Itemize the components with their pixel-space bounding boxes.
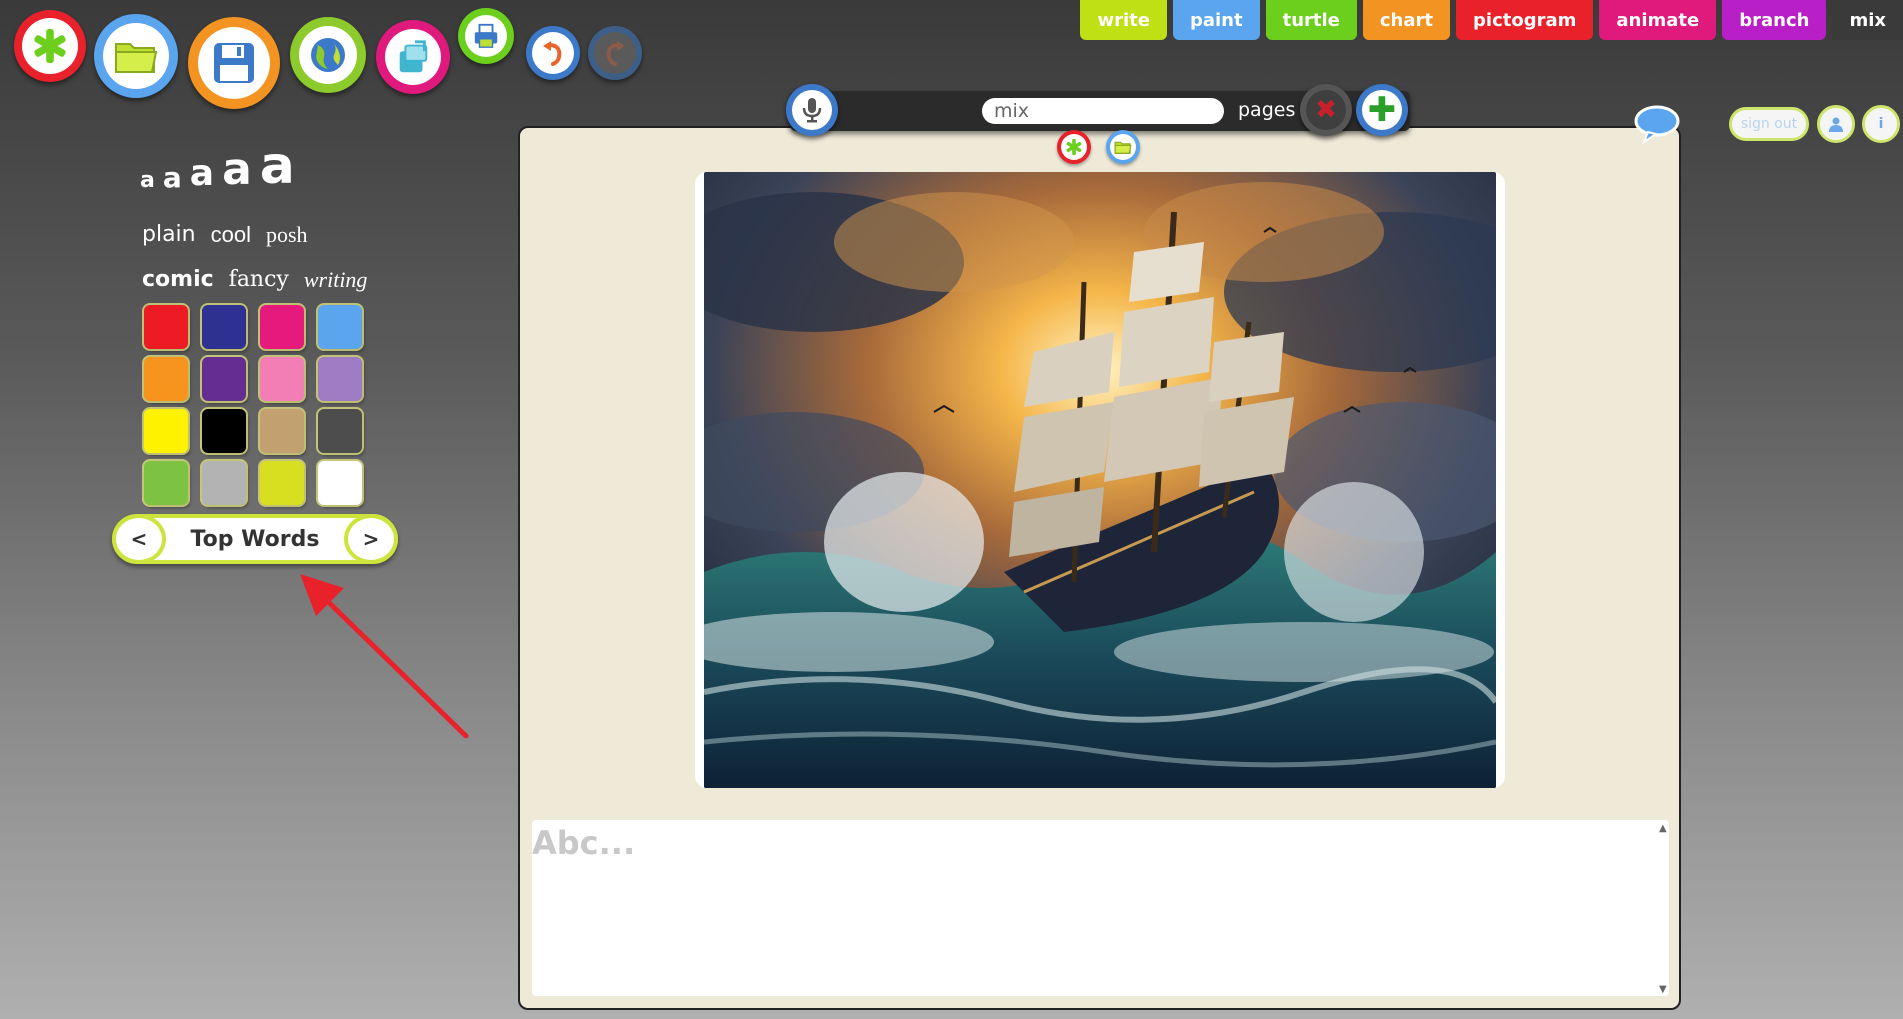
color-swatch[interactable]	[318, 357, 362, 401]
user-icon	[1829, 117, 1843, 132]
scroll-down-icon[interactable]: ▼	[1659, 984, 1667, 995]
color-swatch[interactable]	[202, 409, 246, 453]
new-button[interactable]	[14, 10, 86, 82]
folder-icon	[1114, 141, 1132, 154]
color-swatch[interactable]	[260, 305, 304, 349]
tab-branch[interactable]: branch	[1722, 0, 1827, 40]
export-button[interactable]	[376, 20, 450, 94]
font-comic[interactable]: comic	[142, 267, 214, 293]
text-size-options: a a a a a	[140, 140, 295, 192]
tab-paint[interactable]: paint	[1172, 0, 1260, 40]
color-swatch[interactable]	[202, 357, 246, 401]
ship-image[interactable]	[704, 172, 1496, 788]
size-option-xs[interactable]: a	[140, 170, 155, 192]
info-button[interactable]: i	[1862, 105, 1900, 143]
share-button[interactable]	[290, 17, 366, 93]
color-swatch[interactable]	[318, 461, 362, 505]
font-options-row-1: plain cool posh	[142, 222, 308, 248]
top-words-prev-button[interactable]: <	[112, 514, 166, 564]
color-swatch[interactable]	[144, 305, 188, 349]
tab-pictogram[interactable]: pictogram	[1456, 0, 1594, 40]
font-fancy[interactable]: fancy	[229, 267, 289, 293]
top-words-next-button[interactable]: >	[344, 514, 398, 564]
folder-icon	[115, 43, 158, 73]
font-options-row-2: comic fancy writing	[142, 267, 367, 293]
redo-button[interactable]	[588, 26, 642, 80]
page-image-frame	[695, 172, 1505, 788]
redo-icon	[606, 41, 625, 66]
mode-tabs: write paint turtle chart pictogram anima…	[1080, 0, 1903, 40]
font-posh[interactable]: posh	[266, 222, 308, 248]
size-option-s[interactable]: a	[163, 164, 182, 192]
color-palette	[144, 305, 362, 505]
top-words-selector: Top Words < >	[112, 514, 398, 564]
color-swatch[interactable]	[260, 461, 304, 505]
undo-button[interactable]	[526, 26, 580, 80]
page-open-button[interactable]	[1106, 130, 1140, 164]
size-option-l[interactable]: a	[222, 148, 252, 192]
chat-bubble-icon[interactable]	[1634, 104, 1680, 144]
sign-out-button[interactable]: sign out	[1729, 107, 1809, 141]
font-writing[interactable]: writing	[304, 267, 368, 293]
size-option-xl[interactable]: a	[260, 140, 295, 192]
microphone-icon	[802, 98, 822, 123]
tab-animate[interactable]: animate	[1599, 0, 1717, 40]
microphone-button[interactable]	[786, 84, 838, 136]
color-swatch[interactable]	[260, 409, 304, 453]
asterisk-icon	[1066, 138, 1082, 156]
export-icon	[399, 40, 428, 73]
color-swatch[interactable]	[144, 357, 188, 401]
font-plain[interactable]: plain	[142, 222, 196, 248]
page-new-button[interactable]	[1057, 130, 1091, 164]
page-bar: pages ✖ ✚	[786, 84, 1410, 136]
font-cool[interactable]: cool	[211, 222, 251, 248]
asterisk-icon	[34, 28, 66, 64]
globe-icon	[311, 38, 345, 72]
save-button[interactable]	[188, 17, 280, 109]
printer-icon	[474, 23, 498, 48]
tab-chart[interactable]: chart	[1362, 0, 1451, 40]
annotation-arrow	[300, 574, 469, 739]
print-button[interactable]	[458, 8, 514, 64]
plus-icon: ✚	[1367, 90, 1397, 130]
close-icon: ✖	[1315, 95, 1337, 125]
add-page-button[interactable]: ✚	[1356, 84, 1408, 136]
delete-page-button[interactable]: ✖	[1300, 84, 1352, 136]
color-swatch[interactable]	[202, 461, 246, 505]
color-swatch[interactable]	[144, 461, 188, 505]
color-swatch[interactable]	[260, 357, 304, 401]
user-button[interactable]	[1817, 105, 1855, 143]
size-option-m[interactable]: a	[190, 156, 214, 192]
undo-icon	[543, 41, 562, 66]
floppy-disk-icon	[214, 43, 254, 83]
page-text-input[interactable]	[532, 820, 1669, 996]
color-swatch[interactable]	[318, 305, 362, 349]
tab-turtle[interactable]: turtle	[1265, 0, 1357, 40]
scroll-up-icon[interactable]: ▲	[1659, 823, 1667, 834]
tab-write[interactable]: write	[1080, 0, 1167, 40]
color-swatch[interactable]	[318, 409, 362, 453]
pages-label: pages	[1238, 99, 1296, 121]
tab-mix[interactable]: mix	[1832, 0, 1903, 40]
open-button[interactable]	[94, 14, 178, 98]
page-name-input[interactable]	[982, 98, 1224, 124]
color-swatch[interactable]	[144, 409, 188, 453]
color-swatch[interactable]	[202, 305, 246, 349]
